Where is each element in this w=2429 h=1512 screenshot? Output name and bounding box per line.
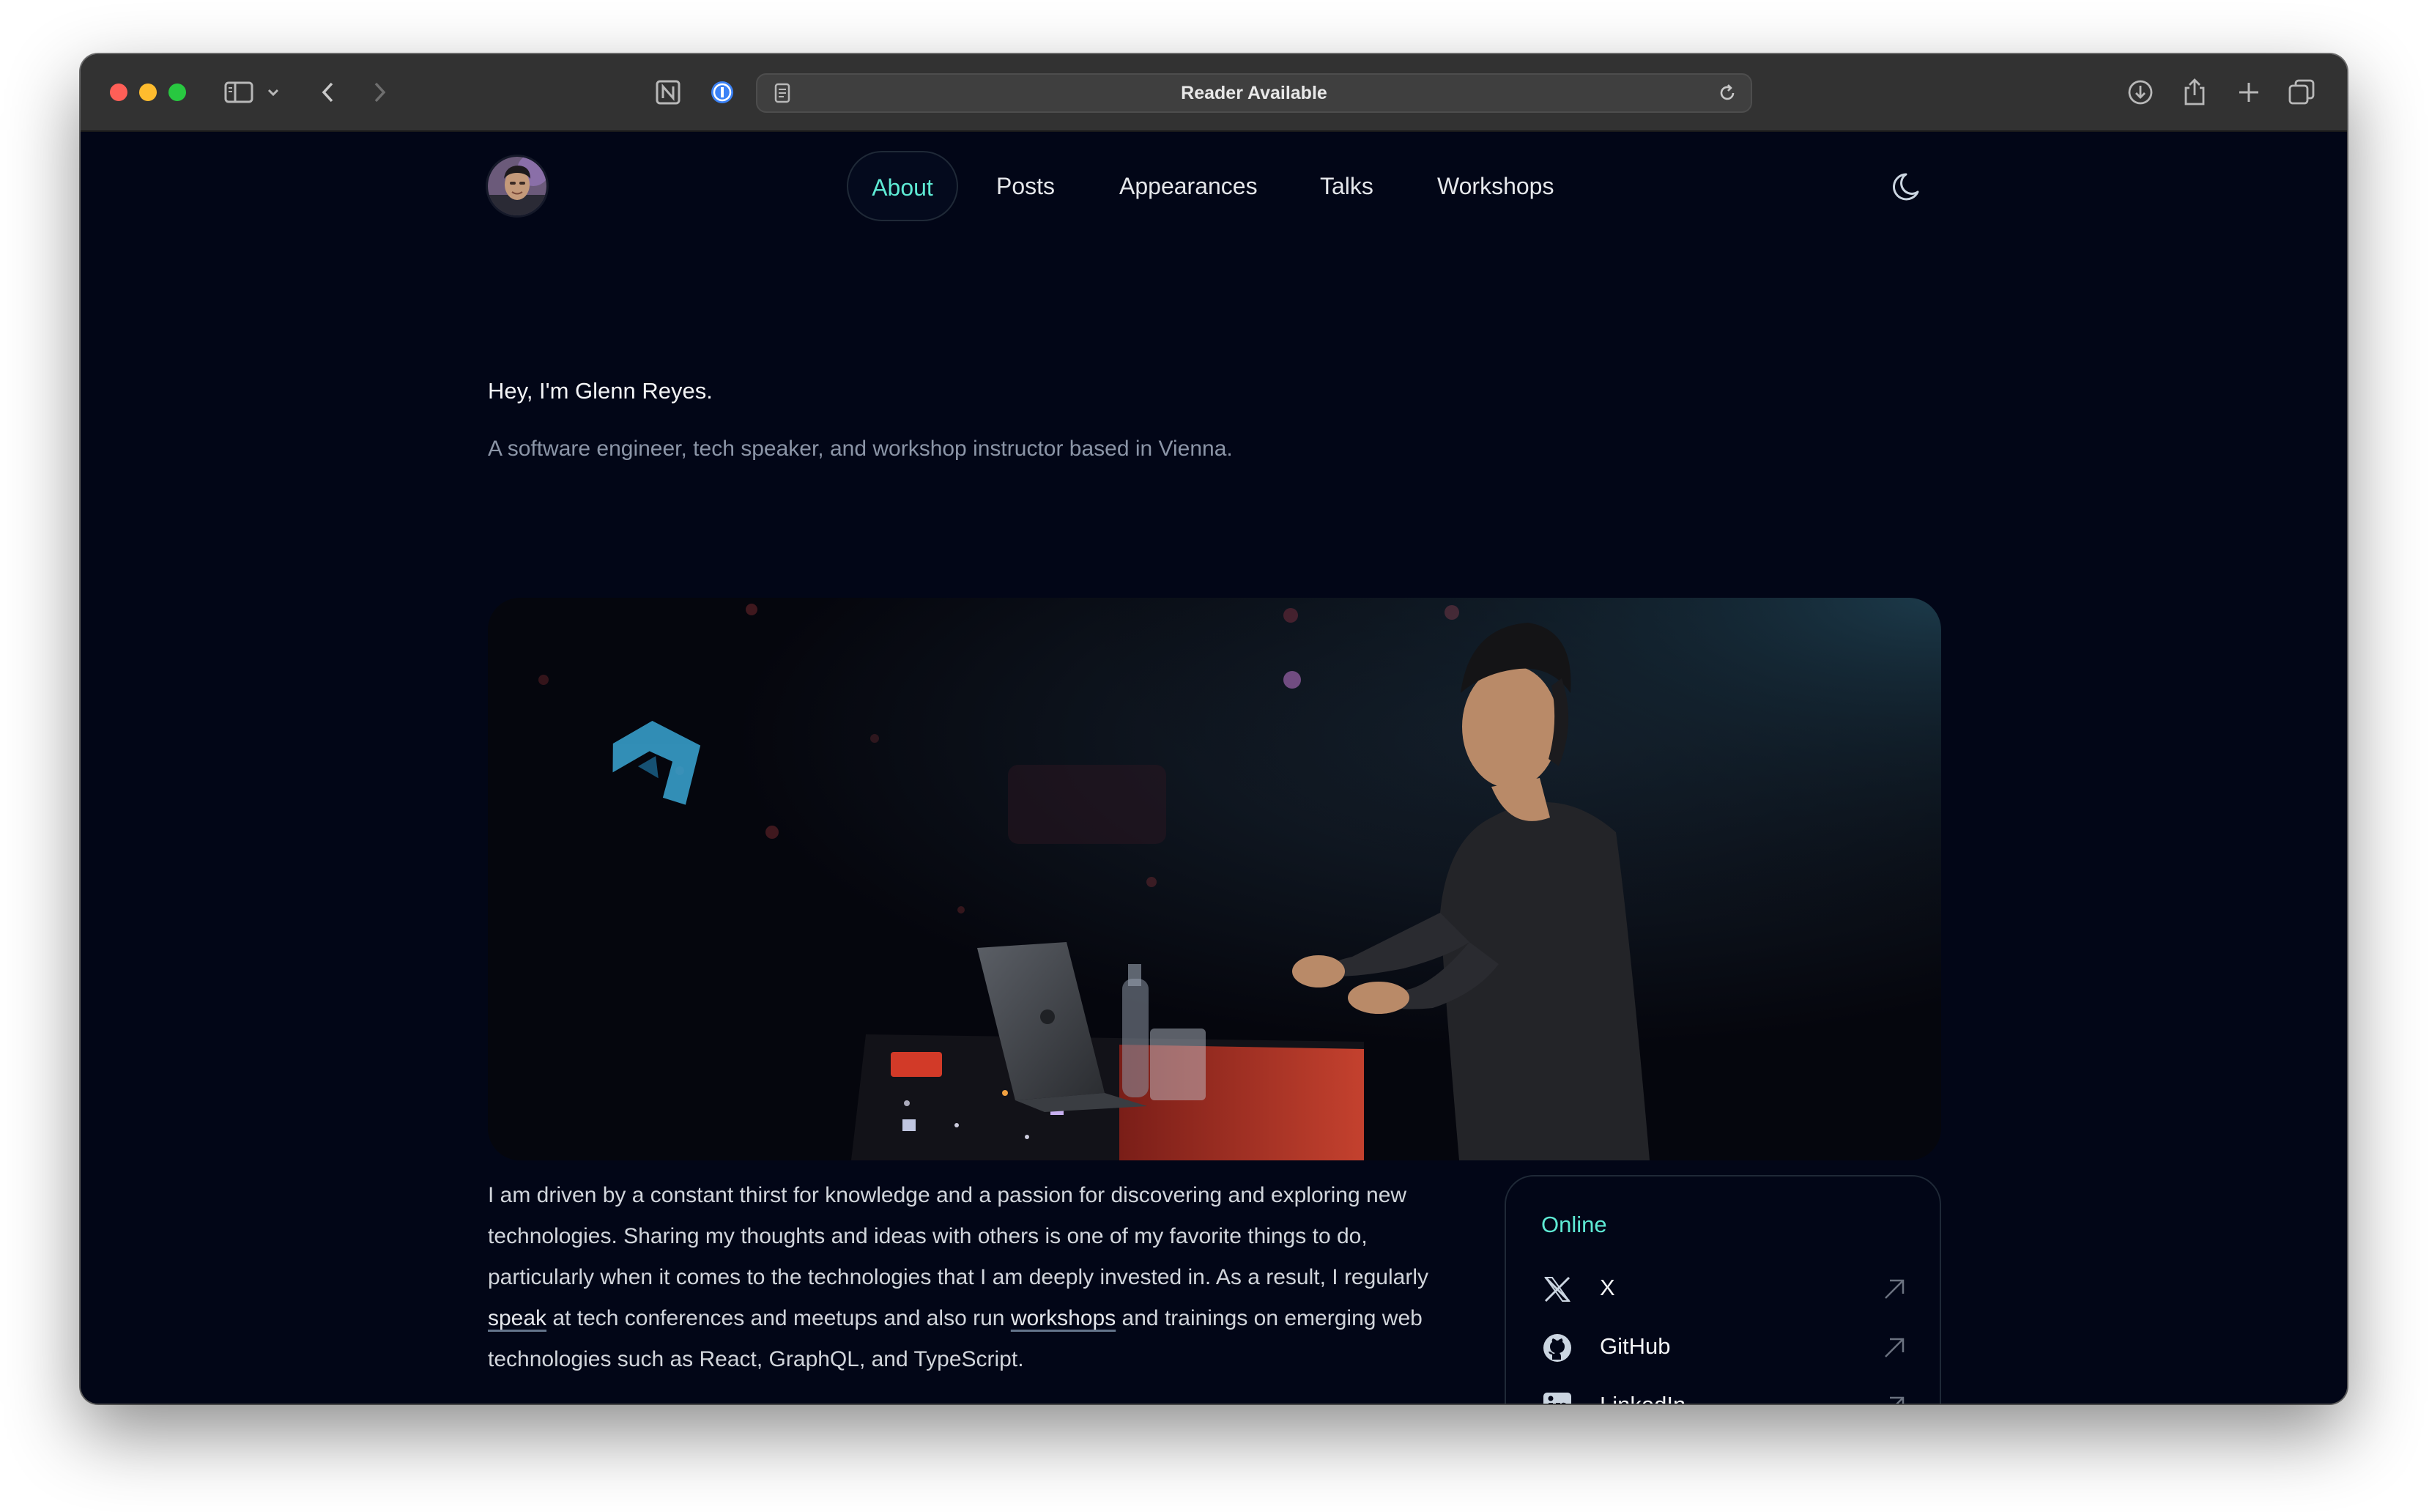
address-bar-text: Reader Available (1181, 83, 1327, 103)
arrow-up-right-icon (1881, 1276, 1907, 1302)
back-arrow-icon[interactable] (312, 76, 344, 108)
browser-window: Reader Available About Posts Appearances… (81, 54, 2347, 1404)
chevron-down-icon[interactable] (262, 76, 284, 108)
nav-item-workshops[interactable]: Workshops (1437, 149, 1554, 223)
github-icon (1541, 1332, 1573, 1364)
sidebar-toggle-icon[interactable] (223, 76, 255, 108)
tab-overview-icon[interactable] (2285, 76, 2318, 108)
share-icon[interactable] (2178, 76, 2211, 108)
x-logo-icon (1541, 1273, 1573, 1305)
tagline: A software engineer, tech speaker, and w… (488, 437, 1233, 461)
workshops-link[interactable]: workshops (1011, 1306, 1116, 1330)
password-manager-icon[interactable] (706, 76, 738, 108)
downloads-icon[interactable] (2124, 76, 2157, 108)
arrow-up-right-icon (1881, 1393, 1907, 1404)
github-link-label: GitHub (1600, 1333, 1671, 1359)
hero-speaker-photo (488, 598, 1941, 1160)
close-window-button[interactable] (110, 84, 127, 101)
x-profile-link[interactable]: X (1541, 1266, 1907, 1310)
linkedin-link-label: LinkedIn (1600, 1383, 1686, 1404)
browser-toolbar: Reader Available (81, 54, 2347, 132)
speak-link[interactable]: speak (488, 1306, 546, 1330)
theme-toggle-moon-icon[interactable] (1888, 166, 1929, 207)
linkedin-icon (1541, 1390, 1573, 1404)
github-profile-link[interactable]: GitHub (1541, 1324, 1907, 1368)
new-tab-plus-icon[interactable] (2233, 76, 2265, 108)
nav-item-posts[interactable]: Posts (996, 149, 1055, 223)
minimize-window-button[interactable] (139, 84, 157, 101)
linkedin-profile-link[interactable]: LinkedIn (1541, 1383, 1907, 1404)
notion-extension-icon[interactable] (652, 76, 684, 108)
bio-text-1: I am driven by a constant thirst for kno… (488, 1183, 1428, 1289)
reload-icon[interactable] (1711, 77, 1743, 109)
online-links-card: Online X GitHub (1505, 1175, 1941, 1404)
nav-item-talks[interactable]: Talks (1320, 149, 1373, 223)
greeting-heading: Hey, I'm Glenn Reyes. (488, 378, 713, 404)
nav-item-appearances[interactable]: Appearances (1119, 149, 1258, 223)
x-link-label: X (1600, 1275, 1615, 1300)
nav-item-about[interactable]: About (847, 151, 958, 221)
main-nav: About Posts Appearances Talks Workshops (81, 149, 2347, 223)
website-page: About Posts Appearances Talks Workshops … (81, 132, 2347, 1404)
bio-paragraph: I am driven by a constant thirst for kno… (488, 1175, 1455, 1380)
forward-arrow-icon[interactable] (363, 76, 396, 108)
online-card-title: Online (1541, 1212, 1607, 1237)
arrow-up-right-icon (1881, 1335, 1907, 1361)
bio-text-2: at tech conferences and meetups and also… (546, 1306, 1011, 1330)
zoom-window-button[interactable] (168, 84, 186, 101)
address-bar[interactable]: Reader Available (756, 73, 1752, 113)
